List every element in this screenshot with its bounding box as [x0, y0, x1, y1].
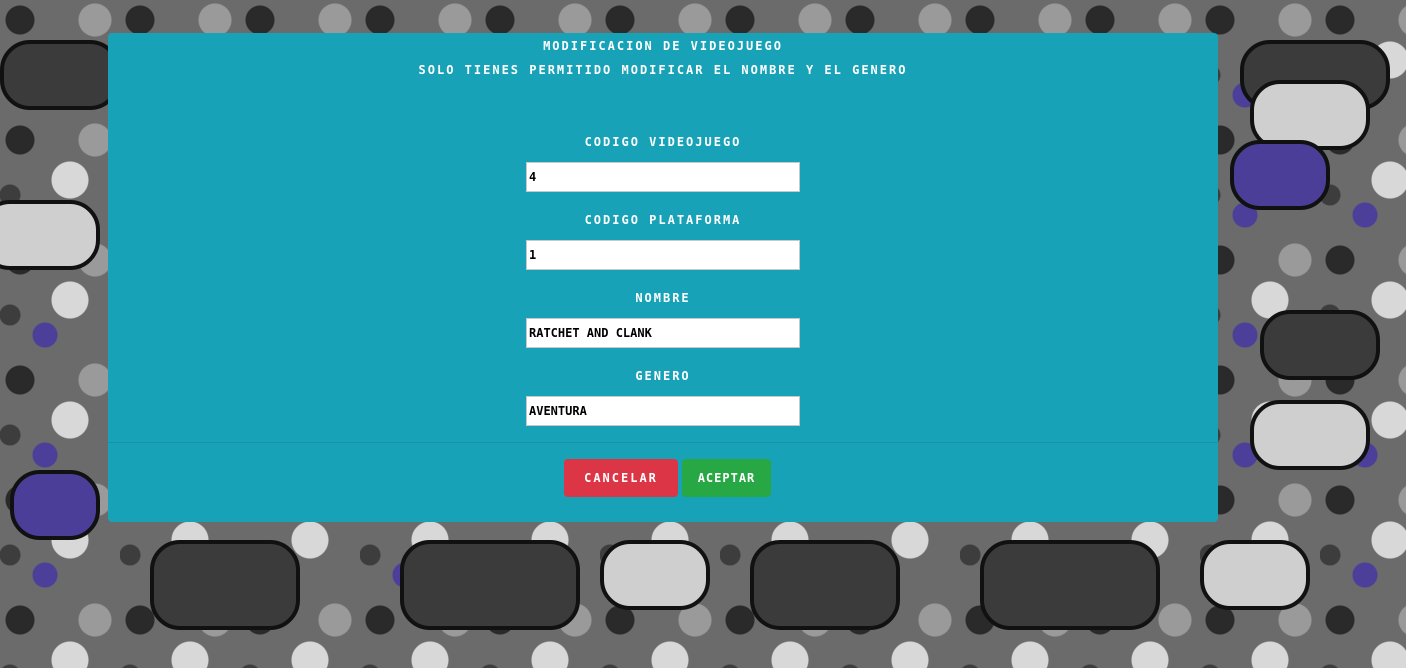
controller-icon	[400, 540, 580, 630]
genero-label: GENERO	[635, 369, 691, 383]
controller-icon	[750, 540, 900, 630]
genero-input[interactable]	[526, 396, 800, 426]
controller-icon	[1200, 540, 1310, 610]
codigo-plataforma-input[interactable]	[526, 240, 800, 270]
accept-button[interactable]: ACEPTAR	[682, 459, 771, 497]
controller-icon	[1260, 310, 1380, 380]
codigo-videojuego-label: CODIGO VIDEOJUEGO	[584, 135, 742, 149]
controller-icon	[150, 540, 300, 630]
edit-videogame-modal: MODIFICACION DE VIDEOJUEGO SOLO TIENES P…	[108, 33, 1218, 522]
nombre-label: NOMBRE	[635, 291, 691, 305]
modal-subtitle: SOLO TIENES PERMITIDO MODIFICAR EL NOMBR…	[418, 63, 908, 77]
codigo-plataforma-label: CODIGO PLATAFORMA	[584, 213, 742, 227]
controller-icon	[0, 40, 120, 110]
controller-icon	[0, 200, 100, 270]
footer-divider	[108, 442, 1218, 443]
controller-icon	[10, 470, 100, 540]
controller-icon	[600, 540, 710, 610]
codigo-videojuego-input[interactable]	[526, 162, 800, 192]
controller-icon	[980, 540, 1160, 630]
nombre-input[interactable]	[526, 318, 800, 348]
cancel-button[interactable]: CANCELAR	[564, 459, 678, 497]
controller-icon	[1250, 400, 1370, 470]
modal-title: MODIFICACION DE VIDEOJUEGO	[543, 39, 783, 53]
controller-icon	[1230, 140, 1330, 210]
